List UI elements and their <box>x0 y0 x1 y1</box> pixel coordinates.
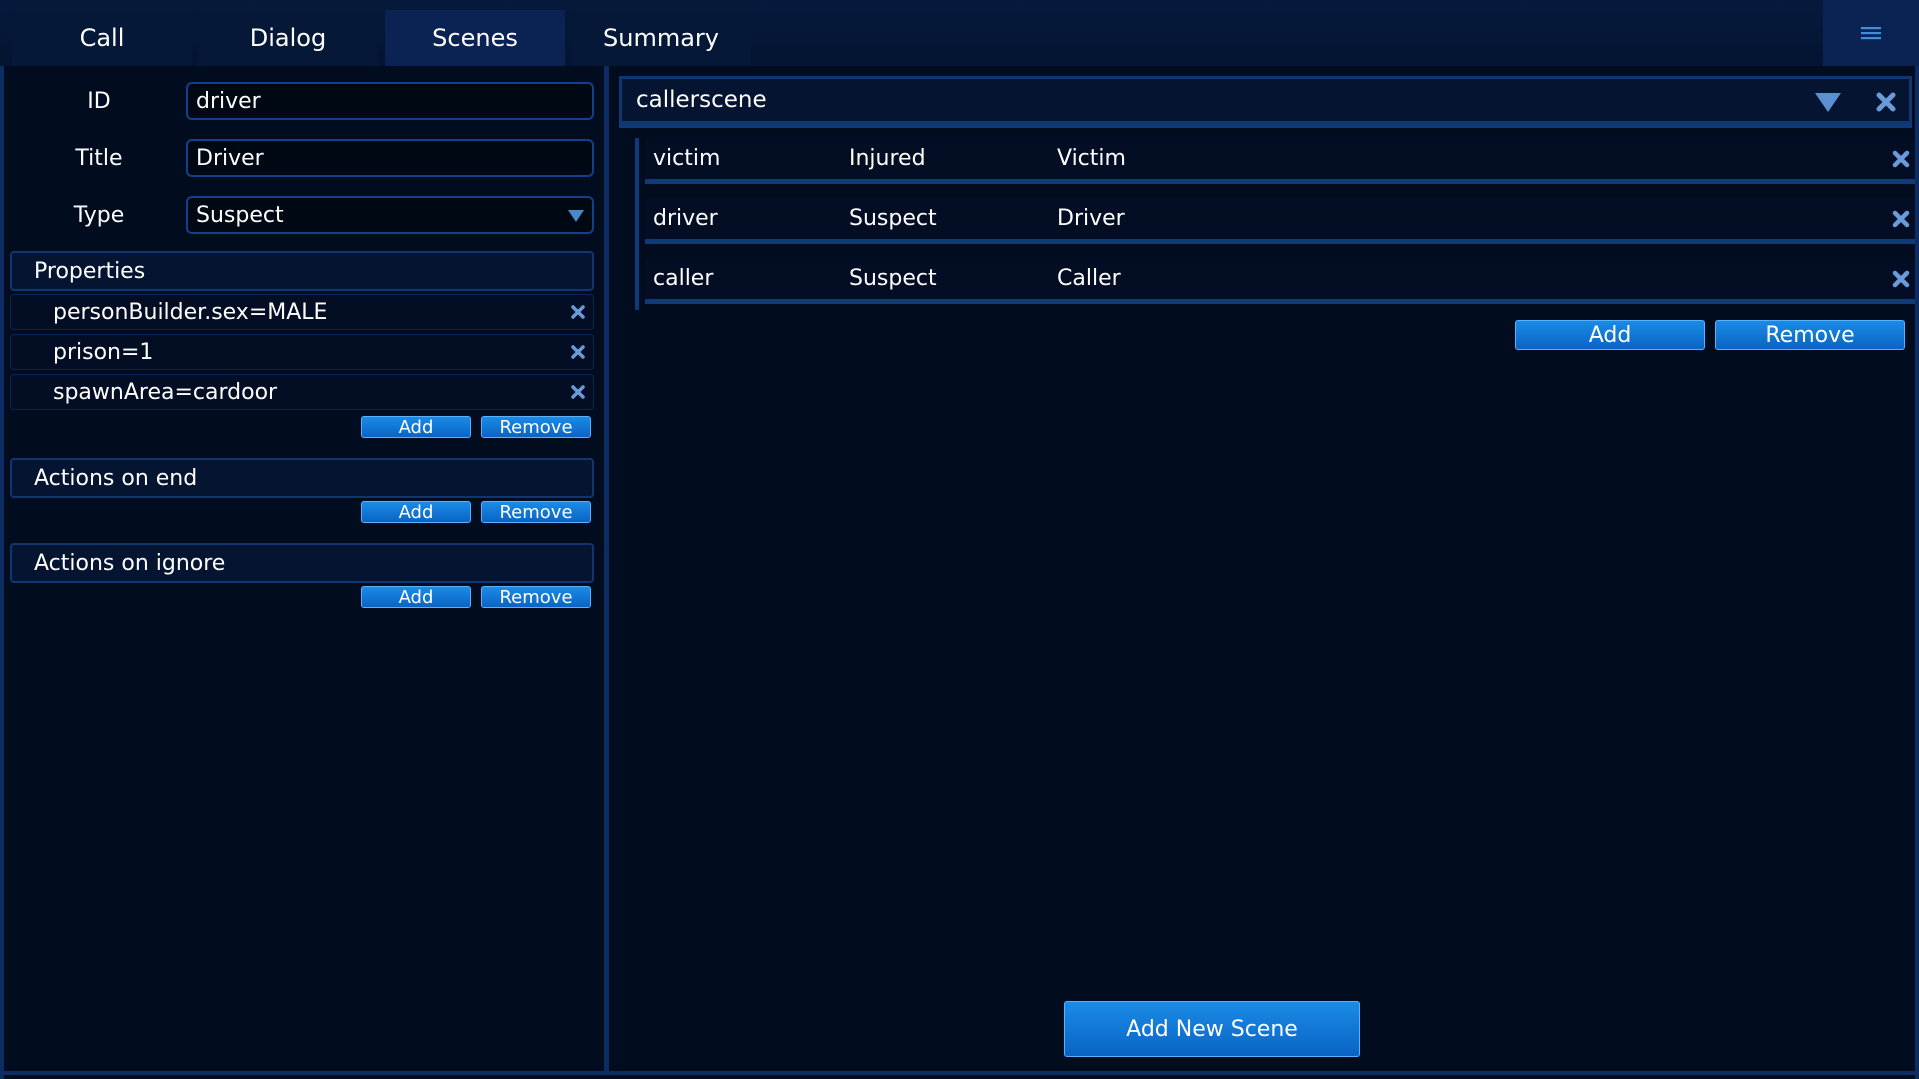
role-type: Injured <box>849 146 926 171</box>
role-id: driver <box>653 206 718 231</box>
scene-add-button[interactable]: Add <box>1515 320 1705 350</box>
type-select[interactable]: Suspect <box>186 196 594 234</box>
tab-bar: Call Dialog Scenes Summary <box>0 0 1919 68</box>
property-item[interactable]: prison=1 <box>10 334 594 370</box>
scenes-panel: callerscene victim Injured Victim driver… <box>609 66 1916 1075</box>
id-field[interactable]: driver <box>186 82 594 120</box>
close-icon[interactable] <box>1890 148 1912 170</box>
property-item[interactable]: personBuilder.sex=MALE <box>10 294 594 330</box>
hamburger-menu-icon <box>1861 27 1881 40</box>
scene-roles-list: victim Injured Victim driver Suspect Dri… <box>635 138 1916 310</box>
actions-on-ignore-header: Actions on ignore <box>10 543 594 583</box>
scene-selector[interactable]: callerscene <box>619 76 1912 124</box>
type-label: Type <box>73 202 125 228</box>
role-title: Driver <box>1057 206 1125 231</box>
actions-on-end-add-button[interactable]: Add <box>361 501 471 523</box>
type-value: Suspect <box>196 202 284 228</box>
title-row: Title Driver <box>4 137 604 179</box>
role-title: Caller <box>1057 266 1121 291</box>
tab-scenes[interactable]: Scenes <box>385 10 565 66</box>
tab-summary[interactable]: Summary <box>571 10 751 66</box>
tab-dialog[interactable]: Dialog <box>198 10 378 66</box>
close-icon[interactable] <box>569 383 587 401</box>
role-title: Victim <box>1057 146 1126 171</box>
scene-remove-button[interactable]: Remove <box>1715 320 1905 350</box>
actions-on-ignore-add-button[interactable]: Add <box>361 586 471 608</box>
title-field[interactable]: Driver <box>186 139 594 177</box>
chevron-down-icon[interactable] <box>1815 93 1841 112</box>
properties-remove-button[interactable]: Remove <box>481 416 591 438</box>
type-row: Type Suspect <box>4 194 604 236</box>
property-text: personBuilder.sex=MALE <box>53 299 328 325</box>
actions-on-end-remove-button[interactable]: Remove <box>481 501 591 523</box>
actions-on-end-header: Actions on end <box>10 458 594 498</box>
property-text: prison=1 <box>53 339 154 365</box>
app-window: Call Dialog Scenes Summary ID driver Tit… <box>0 0 1919 1079</box>
id-row: ID driver <box>4 80 604 122</box>
close-icon[interactable] <box>569 303 587 321</box>
title-label: Title <box>75 145 123 171</box>
close-icon[interactable] <box>569 343 587 361</box>
table-row[interactable]: caller Suspect Caller <box>645 258 1916 304</box>
chevron-down-icon[interactable] <box>568 210 584 222</box>
role-id: caller <box>653 266 714 291</box>
scene-name: callerscene <box>636 87 767 113</box>
id-label: ID <box>87 88 111 114</box>
close-icon[interactable] <box>1890 268 1912 290</box>
properties-add-button[interactable]: Add <box>361 416 471 438</box>
properties-header: Properties <box>10 251 594 291</box>
role-editor-panel: ID driver Title Driver Type Suspect Prop… <box>4 66 613 1075</box>
close-icon[interactable] <box>1873 89 1899 115</box>
tab-call[interactable]: Call <box>12 10 192 66</box>
property-item[interactable]: spawnArea=cardoor <box>10 374 594 410</box>
right-panel-border <box>1915 66 1919 1079</box>
actions-on-ignore-remove-button[interactable]: Remove <box>481 586 591 608</box>
role-type: Suspect <box>849 206 937 231</box>
table-row[interactable]: driver Suspect Driver <box>645 198 1916 244</box>
table-row[interactable]: victim Injured Victim <box>645 138 1916 184</box>
add-new-scene-button[interactable]: Add New Scene <box>1064 1001 1360 1057</box>
property-text: spawnArea=cardoor <box>53 379 278 405</box>
divider <box>619 124 1912 128</box>
menu-button[interactable] <box>1823 0 1919 66</box>
role-id: victim <box>653 146 721 171</box>
close-icon[interactable] <box>1890 208 1912 230</box>
role-type: Suspect <box>849 266 937 291</box>
